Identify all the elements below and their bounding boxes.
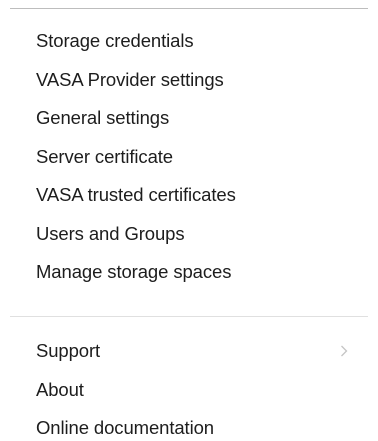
- menu-item-label: Support: [36, 340, 101, 362]
- menu-item-label: Online documentation: [36, 417, 214, 439]
- menu-item-general-settings[interactable]: General settings: [0, 99, 378, 138]
- menu-item-label: General settings: [36, 107, 170, 129]
- menu-item-label: Server certificate: [36, 145, 173, 167]
- settings-menu: Storage credentials VASA Provider settin…: [0, 0, 378, 441]
- menu-group-settings: Storage credentials VASA Provider settin…: [0, 22, 378, 292]
- menu-group-help: Support About Online documentation: [0, 332, 378, 441]
- menu-top-border: [10, 8, 368, 9]
- menu-item-storage-credentials[interactable]: Storage credentials: [0, 22, 378, 61]
- menu-item-about[interactable]: About: [0, 371, 378, 410]
- menu-item-users-and-groups[interactable]: Users and Groups: [0, 215, 378, 254]
- menu-item-label: About: [36, 378, 84, 400]
- menu-item-label: VASA Provider settings: [36, 68, 224, 90]
- menu-item-vasa-trusted-certificates[interactable]: VASA trusted certificates: [0, 176, 378, 215]
- menu-item-online-documentation[interactable]: Online documentation: [0, 409, 378, 441]
- menu-item-label: VASA trusted certificates: [36, 184, 236, 206]
- menu-item-support[interactable]: Support: [0, 332, 378, 371]
- menu-item-label: Storage credentials: [36, 30, 194, 52]
- menu-item-label: Users and Groups: [36, 222, 185, 244]
- menu-item-vasa-provider-settings[interactable]: VASA Provider settings: [0, 61, 378, 100]
- menu-item-manage-storage-spaces[interactable]: Manage storage spaces: [0, 253, 378, 292]
- menu-separator: [10, 316, 368, 317]
- menu-item-label: Manage storage spaces: [36, 261, 232, 283]
- chevron-right-icon: [341, 345, 348, 357]
- menu-item-server-certificate[interactable]: Server certificate: [0, 138, 378, 177]
